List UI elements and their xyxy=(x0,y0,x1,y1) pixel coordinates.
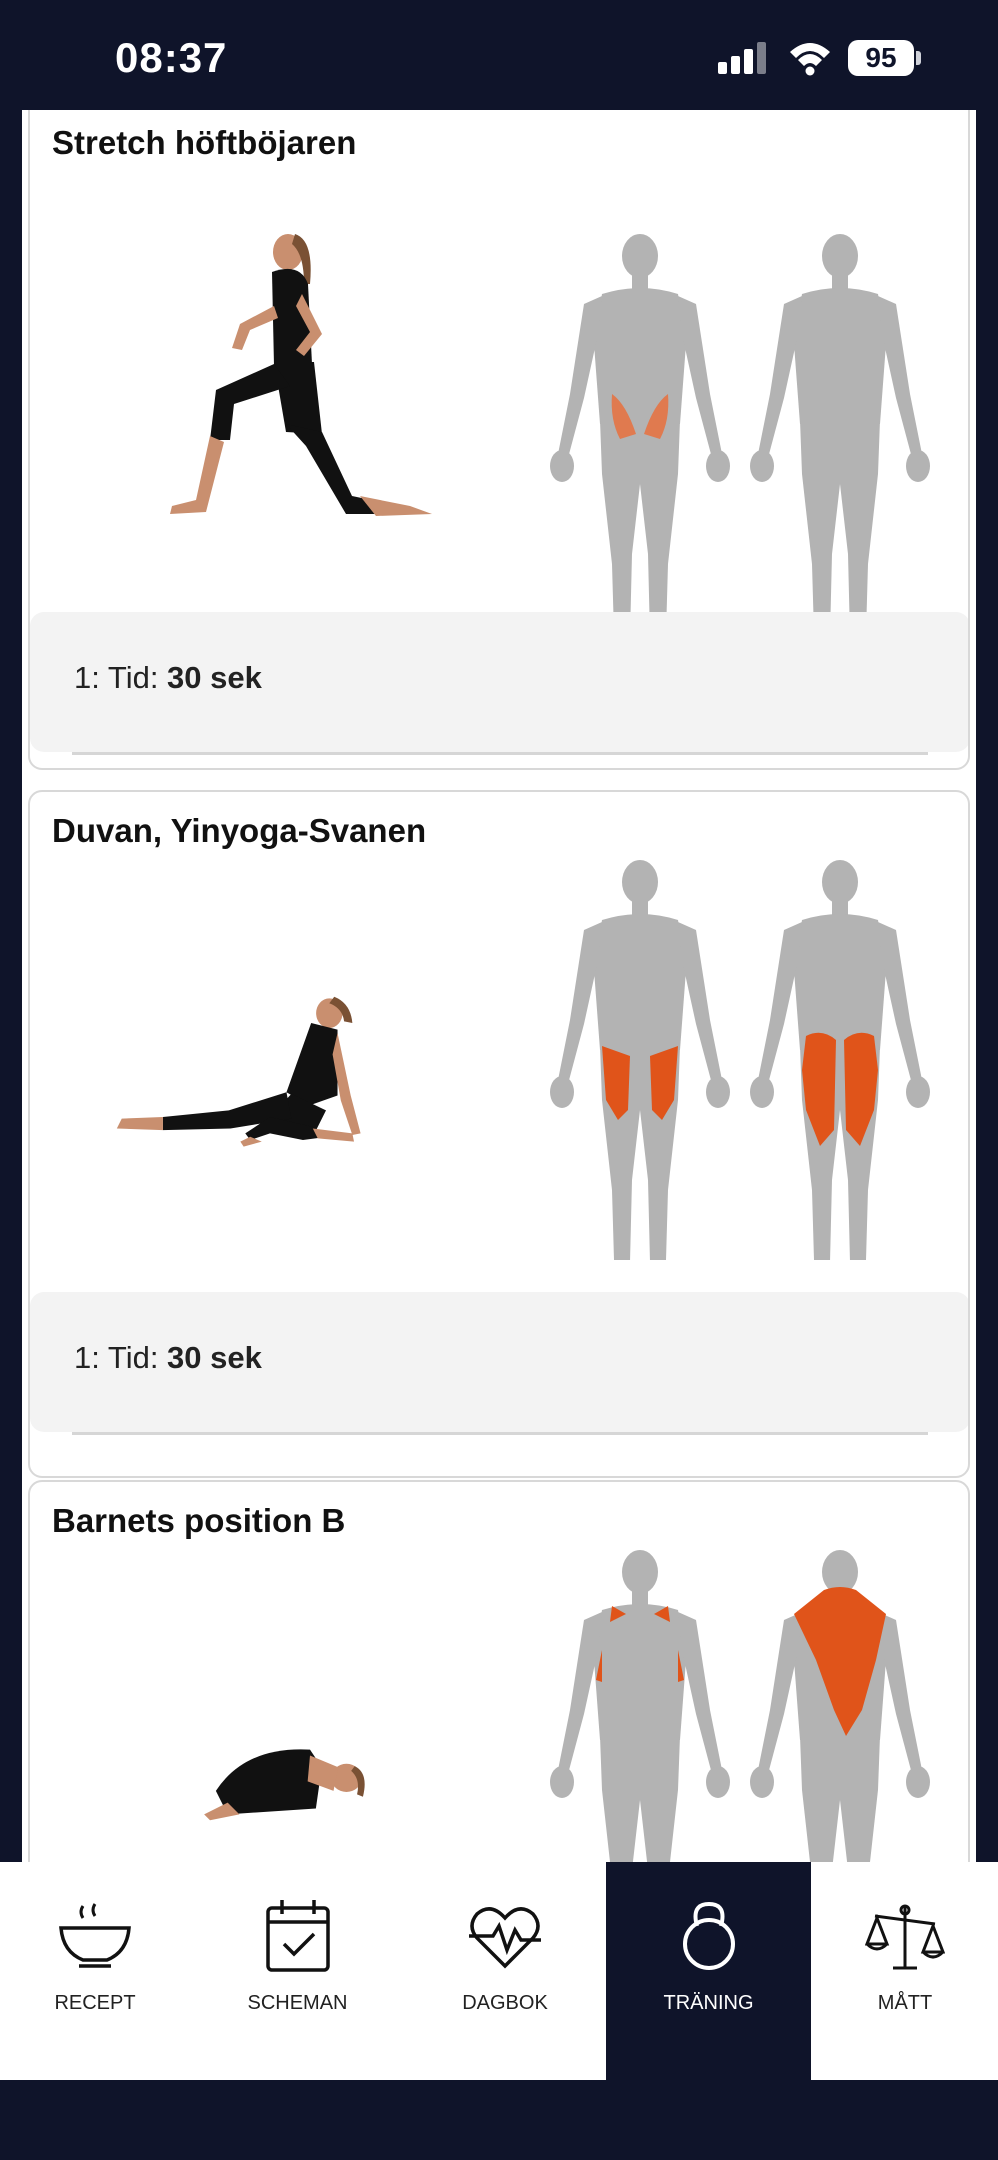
muscle-map-diagram xyxy=(550,234,930,634)
clock: 08:37 xyxy=(115,34,228,81)
exercise-card[interactable]: Duvan, Yinyoga-Svanen 1: Tid: 30 sek xyxy=(28,790,970,1478)
set-label: 1: Tid: xyxy=(74,1340,168,1375)
battery-tip xyxy=(916,51,921,65)
tab-label: MÅTT xyxy=(877,1992,933,2014)
exercise-title: Stretch höftböjaren xyxy=(52,124,357,161)
set-label: 1: Tid: xyxy=(74,660,168,695)
exercise-illustration xyxy=(170,234,432,516)
tab-dagbok[interactable]: DAGBOK xyxy=(405,1862,605,2080)
set-info-text: 1: Tid: 30 sek xyxy=(74,1340,262,1376)
wifi-icon xyxy=(790,43,830,76)
set-info: 1: Tid: 30 sek xyxy=(30,612,968,752)
muscle-map-diagram xyxy=(550,1550,930,1862)
home-indicator-area xyxy=(0,2080,998,2160)
tab-scheman[interactable]: SCHEMAN xyxy=(200,1862,395,2080)
exercise-title: Duvan, Yinyoga-Svanen xyxy=(52,812,427,849)
battery-icon: 95 xyxy=(848,40,914,76)
divider xyxy=(72,752,928,755)
exercise-card[interactable]: Stretch höftböjaren 1: Tid: 30 sek xyxy=(28,110,970,770)
heartbeat-icon xyxy=(469,1907,541,1969)
tab-label: RECEPT xyxy=(54,1992,136,2014)
tab-label: TRÄNING xyxy=(663,1992,754,2014)
set-value: 30 sek xyxy=(167,660,262,695)
kettlebell-icon xyxy=(682,1901,735,1970)
tab-traning[interactable]: TRÄNING xyxy=(606,1862,811,2080)
muscle-map-diagram xyxy=(550,860,930,1260)
calendar-check-icon xyxy=(265,1900,330,1972)
tab-label: DAGBOK xyxy=(462,1992,548,2014)
exercise-illustration xyxy=(204,1749,365,1821)
set-info-text: 1: Tid: 30 sek xyxy=(74,660,262,696)
tab-recept[interactable]: RECEPT xyxy=(0,1862,190,2080)
tab-label: SCHEMAN xyxy=(247,1992,348,2014)
bowl-icon xyxy=(59,1903,131,1968)
cellular-signal-icon xyxy=(718,42,766,74)
exercise-illustration xyxy=(116,996,361,1147)
bottom-tab-bar: RECEPT SCHEMAN DAGBOK TRÄNING MÅTT xyxy=(0,1862,998,2080)
status-bar: 08:37 95 xyxy=(0,0,998,110)
set-info: 1: Tid: 30 sek xyxy=(30,1292,968,1432)
app-screen: 08:37 95 Stretch höftböjaren 1: Tid: 30 … xyxy=(0,0,998,2160)
divider xyxy=(72,1432,928,1435)
set-value: 30 sek xyxy=(167,1340,262,1375)
scale-icon xyxy=(865,1904,945,1970)
exercise-list[interactable]: Stretch höftböjaren 1: Tid: 30 sek Duvan… xyxy=(22,110,976,1862)
exercise-title: Barnets position B xyxy=(52,1502,346,1539)
tab-matt[interactable]: MÅTT xyxy=(812,1862,998,2080)
exercise-card[interactable]: Barnets position B xyxy=(28,1480,970,1862)
